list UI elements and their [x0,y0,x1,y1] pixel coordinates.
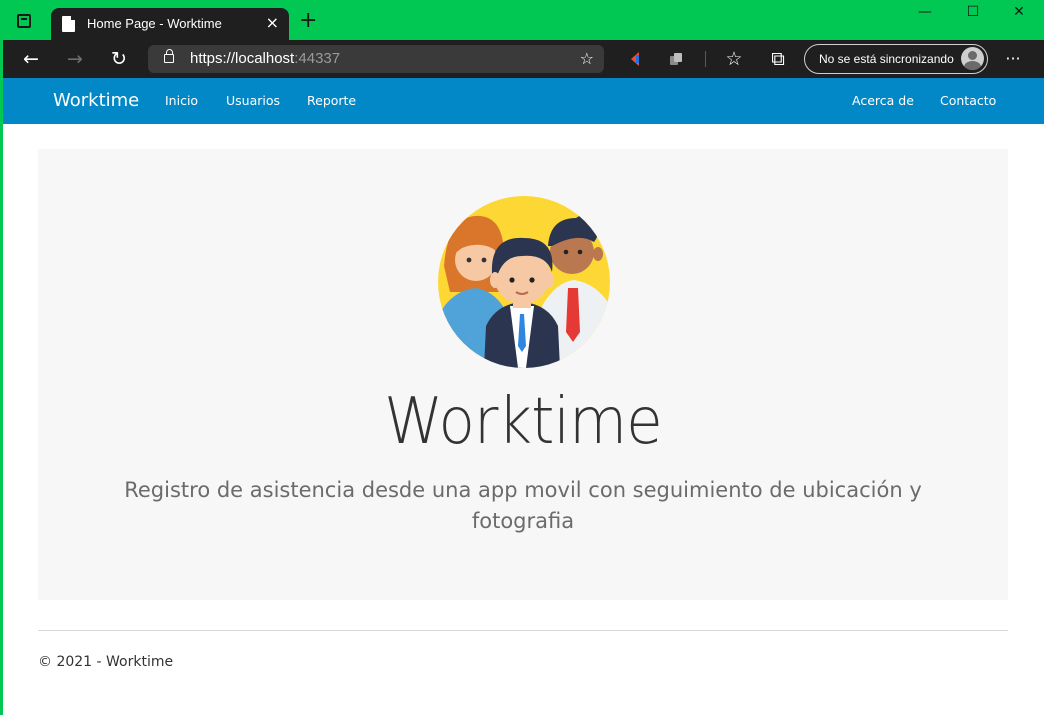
close-window-icon[interactable]: ✕ [1004,4,1034,24]
collections-icon[interactable]: ⧉ [767,48,789,70]
nav-link-acerca-de[interactable]: Acerca de [852,93,914,108]
url-text[interactable]: https://localhost:44337 [190,50,340,67]
favorites-icon[interactable]: ☆ [723,48,745,70]
url-host: https://localhost [190,50,295,67]
sync-button[interactable]: No se está sincronizando [804,44,988,74]
team-people-icon [438,196,610,368]
brand-link[interactable]: Worktime [53,90,139,111]
hero-title: Worktime [384,385,663,459]
footer-divider [38,630,1008,631]
jumbotron: Worktime Registro de asistencia desde un… [38,149,1008,600]
maximize-icon[interactable]: ☐ [958,4,988,24]
url-port: :44337 [294,50,341,67]
more-options-icon[interactable]: ··· [1002,48,1024,70]
browser-toolbar: ← → ↻ https://localhost:44337 ☆ ☆ ⧉ No s… [3,40,1044,78]
tab-close-icon[interactable]: × [266,13,279,32]
browser-tab[interactable]: Home Page - Worktime × [51,8,289,40]
page-icon [62,16,75,32]
extension-icon-2[interactable] [669,51,683,67]
hero-subtitle: Registro de asistencia desde una app mov… [124,478,922,533]
tab-strip: Home Page - Worktime × + — ☐ ✕ [3,0,1044,40]
footer-copyright: © 2021 - Worktime [38,654,174,670]
profile-avatar-icon [961,47,984,70]
site-navbar: Worktime Inicio Usuarios Reporte Acerca … [3,78,1044,124]
toolbar-divider [705,51,706,67]
back-icon[interactable]: ← [20,48,42,70]
extension-icon[interactable] [628,51,642,67]
add-favorite-icon[interactable]: ☆ [580,49,594,68]
nav-link-contacto[interactable]: Contacto [940,93,996,108]
nav-link-reporte[interactable]: Reporte [307,93,356,108]
forward-icon[interactable]: → [64,48,86,70]
reload-icon[interactable]: ↻ [108,48,130,70]
minimize-icon[interactable]: — [910,4,940,24]
browser-window: Home Page - Worktime × + — ☐ ✕ ← → ↻ htt… [3,0,1044,715]
new-tab-icon[interactable]: + [299,10,317,32]
lock-icon[interactable] [164,49,174,63]
nav-link-inicio[interactable]: Inicio [165,93,198,108]
address-bar[interactable]: https://localhost:44337 ☆ [148,45,604,73]
tab-title: Home Page - Worktime [87,16,222,31]
tab-actions-icon[interactable] [17,14,31,28]
nav-link-usuarios[interactable]: Usuarios [226,93,280,108]
sync-label: No se está sincronizando [819,52,954,66]
